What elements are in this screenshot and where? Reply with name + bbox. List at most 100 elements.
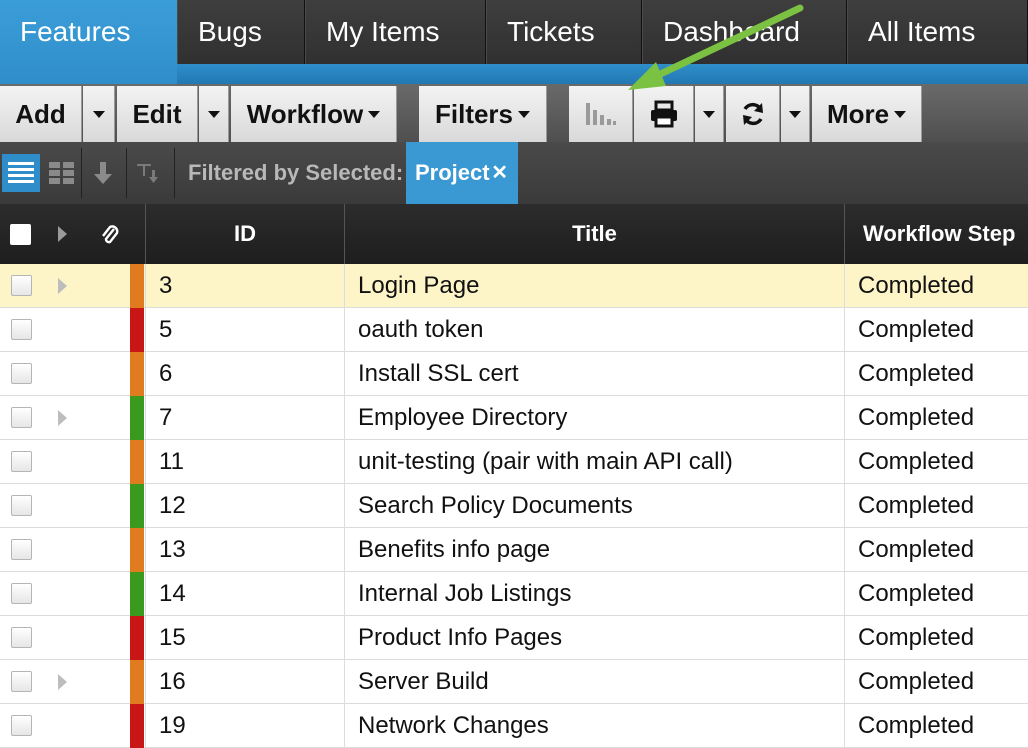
printer-icon [650,100,677,128]
grid-view-icon [49,162,74,184]
cell-divider [344,308,345,352]
table-row[interactable]: 12 Search Policy Documents Completed [0,484,1028,528]
more-button[interactable]: More [812,86,922,142]
cell-divider [344,440,345,484]
cell-divider [145,308,146,352]
row-checkbox[interactable] [11,715,32,736]
print-dropdown-button[interactable] [695,86,724,142]
expand-all-icon[interactable] [58,226,67,242]
print-button[interactable] [634,86,694,142]
table-row[interactable]: 15 Product Info Pages Completed [0,616,1028,660]
sort-down-icon [94,162,112,184]
cell-divider [145,616,146,660]
column-header-workflow-step[interactable]: Workflow Step [845,204,1028,264]
table-row[interactable]: 6 Install SSL cert Completed [0,352,1028,396]
cell-divider [344,396,345,440]
table-row[interactable]: 14 Internal Job Listings Completed [0,572,1028,616]
cell-divider [844,396,845,440]
row-checkbox[interactable] [11,363,32,384]
priority-indicator [130,264,144,308]
expand-row-icon[interactable] [58,278,67,294]
grid-body: 3 Login Page Completed 5 oauth token Complete… [0,264,1028,748]
priority-indicator [130,704,144,748]
chevron-down-icon [894,110,907,118]
table-row[interactable]: 13 Benefits info page Completed [0,528,1028,572]
add-dropdown-button[interactable] [83,86,115,142]
cell-divider [145,440,146,484]
tab-my-items[interactable]: My Items [305,0,486,64]
cell-divider [344,660,345,704]
row-checkbox[interactable] [11,671,32,692]
priority-indicator [130,572,144,616]
refresh-dropdown-button[interactable] [781,86,810,142]
filter-chip-project[interactable]: Project ✕ [406,142,518,204]
cell-title[interactable]: oauth token [358,308,840,352]
row-checkbox[interactable] [11,627,32,648]
column-header-title[interactable]: Title [345,204,844,264]
cell-workflow-step: Completed [858,536,975,563]
tab-dashboard[interactable]: Dashboard [642,0,847,64]
cell-title[interactable]: Benefits info page [358,528,840,572]
grid-view-button[interactable] [45,156,79,190]
priority-indicator [130,308,144,352]
table-row[interactable]: 7 Employee Directory Completed [0,396,1028,440]
tab-all-items[interactable]: All Items [847,0,1028,64]
chart-button[interactable] [569,86,633,142]
refresh-button[interactable] [726,86,780,142]
chevron-down-icon [703,110,715,118]
select-all-checkbox[interactable] [10,224,31,245]
cell-workflow-step: Completed [858,448,975,475]
cell-divider [844,352,845,396]
filters-button[interactable]: Filters [419,86,547,142]
cell-title[interactable]: Employee Directory [358,396,840,440]
row-checkbox[interactable] [11,275,32,296]
expand-row-icon[interactable] [58,410,67,426]
cell-title[interactable]: Search Policy Documents [358,484,840,528]
cell-title[interactable]: Server Build [358,660,840,704]
cell-divider [844,616,845,660]
table-row[interactable]: 19 Network Changes Completed [0,704,1028,748]
tab-tickets[interactable]: Tickets [486,0,642,64]
column-header-id[interactable]: ID [146,204,344,264]
cell-title[interactable]: Network Changes [358,704,840,748]
priority-indicator [130,440,144,484]
row-checkbox[interactable] [11,539,32,560]
priority-indicator [130,616,144,660]
cell-title[interactable]: Login Page [358,264,840,308]
row-checkbox[interactable] [11,407,32,428]
cell-divider [844,660,845,704]
cell-workflow-step: Completed [858,316,975,343]
cell-title[interactable]: Product Info Pages [358,616,840,660]
row-checkbox[interactable] [11,583,32,604]
sort-button[interactable] [86,156,120,190]
cell-divider [344,528,345,572]
tab-features[interactable]: Features [0,0,177,84]
cell-title[interactable]: unit-testing (pair with main API call) [358,440,840,484]
filters-button-label: Filters [434,98,514,129]
row-checkbox[interactable] [11,319,32,340]
tab-bugs[interactable]: Bugs [177,0,305,64]
row-checkbox[interactable] [11,495,32,516]
cell-title[interactable]: Install SSL cert [358,352,840,396]
table-row[interactable]: 5 oauth token Completed [0,308,1028,352]
cell-id: 14 [159,580,186,607]
cell-divider [844,528,845,572]
filter-sort-button[interactable] [131,156,165,190]
toolbar: Add Edit Workflow Filters More [0,84,1028,142]
close-icon[interactable]: ✕ [491,142,508,204]
filter-chip-label: Project [415,160,490,185]
expand-row-icon[interactable] [58,674,67,690]
edit-dropdown-button[interactable] [199,86,229,142]
table-row[interactable]: 3 Login Page Completed [0,264,1028,308]
cell-divider [145,352,146,396]
workflow-button[interactable]: Workflow [231,86,397,142]
list-view-button[interactable] [2,154,40,192]
table-row[interactable]: 11 unit-testing (pair with main API call)… [0,440,1028,484]
cell-title[interactable]: Internal Job Listings [358,572,840,616]
cell-id: 13 [159,536,186,563]
row-checkbox[interactable] [11,451,32,472]
add-button[interactable]: Add [0,86,82,142]
toolbar-divider [81,148,82,198]
table-row[interactable]: 16 Server Build Completed [0,660,1028,704]
edit-button[interactable]: Edit [117,86,198,142]
